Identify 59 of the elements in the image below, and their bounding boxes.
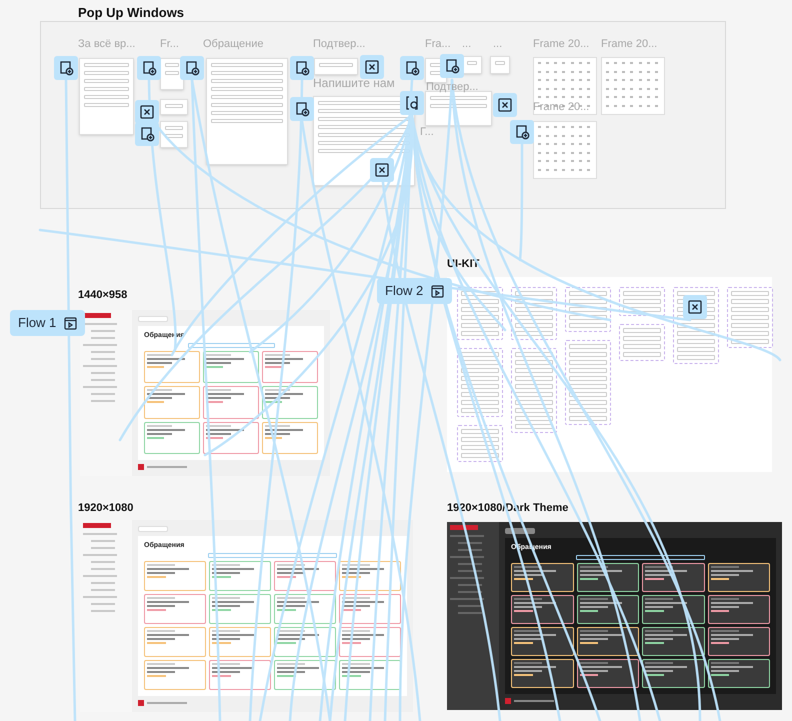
footer-drawing — [138, 700, 187, 706]
frame-title: 1920×1080/Dark Theme — [447, 501, 568, 516]
play-frame-icon — [431, 284, 444, 298]
frame-label: Подтвер... — [426, 81, 478, 93]
frame-label: Frame 20... — [533, 38, 590, 50]
popup-window-drawing — [160, 121, 188, 148]
component-group-drawing — [457, 425, 503, 462]
frame-label: Подтвер... — [313, 38, 366, 50]
footer-drawing — [505, 698, 554, 704]
frame-title: UI-KIT — [447, 257, 480, 272]
flow-start-button[interactable]: Flow 2 — [377, 278, 452, 304]
hotspot-icon[interactable] — [135, 100, 159, 124]
hotspot-icon[interactable] — [440, 54, 464, 78]
frame-label: Frame 20... — [533, 101, 590, 113]
frame-label: Г... — [420, 126, 434, 138]
popup-window-drawing — [462, 56, 482, 74]
frame-label: Frame 20... — [601, 38, 658, 50]
component-group-drawing — [565, 287, 611, 332]
frame-label: ... — [493, 38, 502, 50]
hotspot-icon[interactable] — [137, 56, 161, 80]
hotspot-icon[interactable] — [510, 120, 534, 144]
section-title: Pop Up Windows — [78, 4, 184, 22]
frame-label: Fr... — [160, 38, 179, 50]
component-group-drawing — [511, 287, 557, 340]
hotspot-icon[interactable] — [683, 295, 707, 319]
hotspot-icon[interactable] — [180, 56, 204, 80]
component-group-drawing — [727, 287, 773, 348]
calendar-drawing — [533, 57, 597, 115]
hotspot-icon[interactable] — [400, 91, 424, 115]
popup-window-drawing — [425, 91, 492, 126]
frame-label: Обращение — [203, 38, 264, 50]
frame-label: ... — [462, 38, 472, 50]
frame-label: Fra... — [425, 38, 451, 50]
flow-start-button[interactable]: Flow 1 — [10, 310, 86, 336]
footer-drawing — [138, 464, 187, 470]
hotspot-icon[interactable] — [400, 56, 424, 80]
hotspot-icon[interactable] — [370, 158, 394, 182]
hotspot-icon[interactable] — [290, 56, 314, 80]
hotspot-icon[interactable] — [360, 55, 384, 79]
calendar-drawing — [533, 121, 597, 179]
top-bar-drawing — [138, 316, 168, 322]
component-group-drawing — [457, 348, 503, 417]
frame-title: 1440×958 — [78, 288, 128, 303]
popup-window-drawing — [490, 56, 510, 74]
popup-window-drawing — [160, 99, 188, 115]
hotspot-icon[interactable] — [493, 93, 517, 117]
calendar-drawing — [601, 57, 665, 115]
top-bar-drawing — [138, 526, 168, 532]
frame-title: 1920×1080 — [78, 501, 134, 516]
hotspot-icon[interactable] — [290, 97, 314, 121]
component-group-drawing — [457, 287, 503, 340]
play-frame-icon — [64, 316, 78, 330]
popup-window-drawing — [314, 58, 358, 75]
hotspot-icon[interactable] — [135, 122, 159, 146]
frame-label: За всё вр... — [78, 38, 136, 50]
hotspot-icon[interactable] — [54, 56, 78, 80]
frame-label: Напишите нам — [313, 77, 395, 89]
component-group-drawing — [619, 287, 665, 316]
component-group-drawing — [619, 324, 665, 361]
